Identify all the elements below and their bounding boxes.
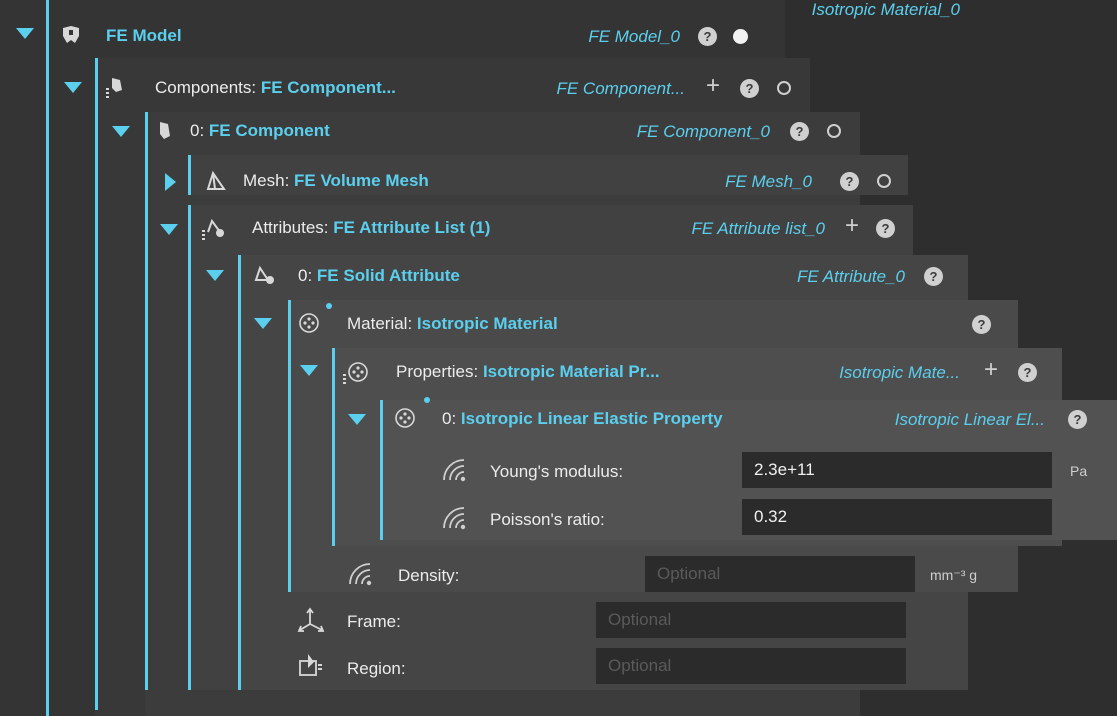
component0-collapse-toggle[interactable]	[112, 126, 130, 137]
attribute0-tree-line	[238, 255, 241, 690]
youngs-modulus-unit: Pa	[1070, 463, 1088, 479]
region-input[interactable]: Optional	[596, 648, 906, 684]
property0-tree-line	[380, 400, 383, 540]
solid-attribute-icon	[252, 264, 278, 291]
mesh-tree-line	[188, 155, 191, 195]
components-icon	[104, 76, 126, 103]
material-tree-line	[288, 300, 291, 592]
fe-model-help-icon[interactable]: ?	[698, 27, 717, 46]
components-tree-line	[95, 58, 98, 710]
density-unit: mm⁻³ g	[930, 567, 978, 583]
poisson-ratio-label: Poisson's ratio:	[490, 510, 605, 529]
fe-model-tree-line	[46, 0, 49, 716]
fe-model-label: FE Model	[106, 26, 182, 45]
attribute0-row[interactable]: 0: FE Solid Attribute	[298, 258, 698, 294]
attribute0-help-icon[interactable]: ?	[924, 267, 943, 286]
youngs-modulus-label: Young's modulus:	[490, 462, 624, 481]
material-label: Material:	[347, 314, 413, 333]
frame-input[interactable]: Optional	[596, 602, 906, 638]
fe-model-row[interactable]: FE Model	[106, 18, 786, 54]
properties-tree-line	[332, 348, 335, 546]
fe-model-status-icon[interactable]	[733, 29, 748, 44]
attributes-help-icon[interactable]: ?	[876, 219, 895, 238]
components-instance[interactable]: FE Component...	[510, 79, 685, 99]
attribute0-label: 0:	[298, 266, 313, 285]
properties-row[interactable]: Properties: Isotropic Material Pr...	[396, 354, 796, 390]
components-collapse-toggle[interactable]	[64, 82, 82, 93]
component0-label: 0:	[190, 121, 205, 140]
density-input[interactable]: Optional	[645, 556, 915, 592]
material-instance[interactable]: Isotropic Material_0	[720, 0, 960, 20]
component0-tree-line	[145, 112, 148, 690]
mesh-icon	[205, 170, 227, 197]
density-label: Density:	[398, 566, 460, 585]
material-modified-indicator	[326, 303, 332, 309]
component0-instance[interactable]: FE Component_0	[590, 122, 770, 142]
mesh-help-icon[interactable]: ?	[840, 172, 859, 191]
component0-row[interactable]: 0: FE Component	[190, 113, 590, 149]
frame-axes-icon	[296, 606, 326, 641]
material-icon	[298, 310, 322, 339]
region-label: Region:	[347, 659, 406, 678]
fe-model-collapse-toggle[interactable]	[16, 28, 34, 39]
attributes-icon	[200, 218, 226, 245]
component-icon	[155, 120, 175, 147]
material-value: Isotropic Material	[416, 314, 558, 333]
attributes-label: Attributes:	[252, 218, 329, 237]
material-help-icon[interactable]: ?	[972, 315, 991, 334]
poisson-ratio-field-icon	[440, 504, 470, 535]
property0-row[interactable]: 0: Isotropic Linear Elastic Property	[442, 401, 862, 437]
elastic-property-icon	[394, 405, 418, 434]
properties-value: Isotropic Material Pr...	[482, 362, 660, 381]
attribute0-collapse-toggle[interactable]	[206, 270, 224, 281]
property0-help-icon[interactable]: ?	[1068, 410, 1087, 429]
youngs-modulus-input[interactable]: 2.3e+11	[742, 452, 1052, 488]
mesh-instance[interactable]: FE Mesh_0	[640, 172, 812, 192]
material-row[interactable]: Material: Isotropic Material	[347, 306, 747, 342]
fe-model-icon	[60, 24, 82, 51]
properties-label: Properties:	[396, 362, 479, 381]
attribute0-instance[interactable]: FE Attribute_0	[720, 267, 905, 287]
material-collapse-toggle[interactable]	[254, 318, 272, 329]
properties-add-icon[interactable]: +	[984, 358, 998, 382]
property0-modified-indicator	[424, 397, 430, 403]
attributes-value: FE Attribute List (1)	[333, 218, 491, 237]
properties-collapse-toggle[interactable]	[300, 365, 318, 376]
component0-value: FE Component	[208, 121, 330, 140]
components-help-icon[interactable]: ?	[740, 79, 759, 98]
frame-label: Frame:	[347, 612, 401, 631]
region-icon	[296, 652, 326, 685]
attributes-collapse-toggle[interactable]	[160, 224, 178, 235]
mesh-status-icon[interactable]	[877, 174, 891, 188]
attribute0-value: FE Solid Attribute	[316, 266, 460, 285]
attributes-instance[interactable]: FE Attribute list_0	[620, 219, 825, 239]
fe-model-instance[interactable]: FE Model_0	[510, 27, 680, 47]
attributes-row[interactable]: Attributes: FE Attribute List (1)	[252, 210, 652, 246]
properties-icon	[342, 360, 370, 389]
attributes-tree-line	[188, 205, 191, 690]
mesh-label: Mesh:	[243, 171, 290, 190]
component0-status-icon[interactable]	[827, 124, 841, 138]
properties-help-icon[interactable]: ?	[1018, 363, 1037, 382]
components-add-icon[interactable]: +	[706, 74, 720, 98]
component0-help-icon[interactable]: ?	[790, 122, 809, 141]
youngs-modulus-field-icon	[440, 456, 470, 487]
property0-collapse-toggle[interactable]	[348, 414, 366, 425]
components-status-icon[interactable]	[777, 81, 791, 95]
mesh-value: FE Volume Mesh	[294, 171, 429, 190]
properties-instance[interactable]: Isotropic Mate...	[790, 363, 960, 383]
property0-value: Isotropic Linear Elastic Property	[460, 409, 723, 428]
mesh-row[interactable]: Mesh: FE Volume Mesh	[243, 163, 643, 199]
property0-label: 0:	[442, 409, 457, 428]
components-value: FE Component...	[260, 78, 396, 97]
attributes-add-icon[interactable]: +	[845, 214, 859, 238]
components-label: Components:	[155, 78, 257, 97]
property0-instance[interactable]: Isotropic Linear El...	[840, 410, 1045, 430]
mesh-expand-toggle[interactable]	[165, 173, 176, 191]
density-field-icon	[346, 560, 376, 591]
poisson-ratio-input[interactable]: 0.32	[742, 499, 1052, 535]
